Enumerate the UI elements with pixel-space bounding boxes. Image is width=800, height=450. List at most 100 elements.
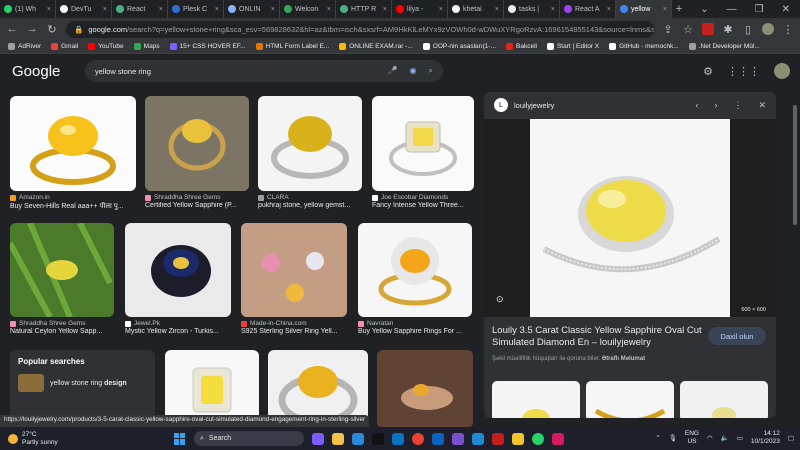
browser-tab[interactable]: yellow × (616, 0, 672, 18)
browser-tab[interactable]: lilya - × (392, 0, 448, 18)
close-tab-icon[interactable]: × (47, 6, 51, 13)
clock[interactable]: 14:12 10/1/2023 (751, 430, 780, 446)
vscode-icon[interactable] (472, 432, 484, 445)
result-thumbnail[interactable] (358, 223, 472, 317)
learn-more-link[interactable]: Ətraflı Məlumat (602, 356, 645, 362)
related-image[interactable] (680, 381, 768, 418)
menu-icon[interactable]: ⋮ (782, 23, 794, 36)
maximize-button[interactable]: ❐ (755, 4, 764, 15)
lens-icon[interactable]: ⊙ (496, 294, 504, 305)
forward-button[interactable]: → (26, 23, 38, 35)
chevron-left-icon[interactable]: ‹ (695, 100, 698, 111)
browser-tab[interactable]: Plesk C × (168, 0, 224, 18)
browser-tab[interactable]: React A × (560, 0, 616, 18)
close-tab-icon[interactable]: × (551, 6, 555, 13)
result-card[interactable] (377, 350, 473, 428)
app-icon[interactable] (552, 432, 564, 445)
weather-widget[interactable]: 27°C Partly sunny (0, 431, 58, 447)
bookmark-item[interactable]: OOP-nin asasları(1-... (422, 43, 496, 50)
result-title[interactable]: S925 Sterling Silver Ring Yell... (241, 328, 347, 335)
profile-avatar[interactable] (762, 23, 774, 35)
search-input[interactable]: yellow stone ring (95, 67, 151, 76)
result-thumbnail[interactable] (10, 96, 136, 191)
start-button[interactable] (174, 432, 186, 445)
search-icon[interactable]: ⌕ (429, 66, 433, 76)
microphone-icon[interactable]: 🎙 (669, 434, 677, 442)
visit-button[interactable]: Daxil olun (708, 327, 766, 345)
result-thumbnail[interactable] (372, 96, 474, 191)
bookmark-item[interactable]: Gmail (51, 43, 78, 50)
page-scrollbar[interactable] (792, 95, 798, 417)
apps-icon[interactable]: ⋮⋮⋮ (727, 65, 760, 78)
chevron-down-icon[interactable]: ⌄ (700, 4, 708, 15)
close-tab-icon[interactable]: × (439, 6, 443, 13)
edge-icon[interactable] (392, 432, 404, 445)
preview-image[interactable]: ⊙ 600 × 600 (484, 119, 776, 317)
result-title[interactable]: Fancy Intense Yellow Three... (372, 202, 474, 209)
bookmark-item[interactable]: HTML Form Label E... (255, 43, 329, 50)
google-logo[interactable]: Google (12, 63, 60, 80)
bookmark-item[interactable]: YouTube (88, 43, 124, 50)
python-icon[interactable] (512, 432, 524, 445)
result-card[interactable]: Amazon.in Buy Seven-Hills Real aaa++ पील… (10, 96, 136, 211)
bookmark-item[interactable]: GitHub - memochk... (609, 43, 679, 50)
browser-tab[interactable]: HTTP R × (336, 0, 392, 18)
search-box[interactable]: yellow stone ring 🎤 ◉ ⌕ (85, 60, 443, 82)
site-logo[interactable]: L (494, 98, 508, 112)
new-tab-button[interactable]: + (672, 3, 686, 15)
minimize-button[interactable]: — (727, 4, 737, 15)
browser-tab[interactable]: ONLIN × (224, 0, 280, 18)
account-avatar[interactable] (774, 63, 790, 79)
close-tab-icon[interactable]: × (159, 6, 163, 13)
browser-tab[interactable]: tasks | × (504, 0, 560, 18)
reload-button[interactable]: ↻ (46, 23, 58, 36)
language-indicator[interactable]: ENG US (685, 430, 699, 446)
more-options-icon[interactable]: ⋮ (733, 100, 742, 111)
bookmark-item[interactable]: Start | Editor X (546, 43, 599, 50)
related-image[interactable] (586, 381, 674, 418)
wifi-icon[interactable]: ◠ (707, 434, 713, 442)
browser-tab[interactable]: Welcon × (280, 0, 336, 18)
result-title[interactable]: Natural Ceylon Yellow Sapp... (10, 328, 114, 335)
result-card[interactable]: Shraddha Shree Gems Natural Ceylon Yello… (10, 223, 114, 335)
result-thumbnail[interactable] (258, 96, 362, 191)
close-tab-icon[interactable]: × (495, 6, 499, 13)
close-tab-icon[interactable]: × (103, 6, 107, 13)
chevron-up-icon[interactable]: ⌃ (655, 434, 660, 442)
taskbar-search[interactable]: ⌕ Search (194, 431, 304, 446)
notification-icon[interactable]: ▢ (788, 434, 794, 442)
close-tab-icon[interactable]: × (607, 6, 611, 13)
result-thumbnail[interactable] (145, 96, 249, 191)
close-tab-icon[interactable]: × (215, 6, 219, 13)
result-card[interactable]: Jewel.Pk Mystic Yellow Zircon - Turkis..… (125, 223, 231, 335)
close-window-button[interactable]: ✕ (782, 4, 790, 15)
browser-tab[interactable]: React × (112, 0, 168, 18)
notion-icon[interactable] (372, 432, 384, 445)
browser-tab[interactable]: khetai × (448, 0, 504, 18)
star-icon[interactable]: ☆ (682, 23, 694, 36)
result-thumbnail[interactable] (377, 350, 473, 428)
result-card[interactable]: Shraddha Shree Gems Certified Yellow Sap… (145, 96, 249, 209)
visual-studio-icon[interactable] (452, 432, 464, 445)
result-card[interactable]: Made-in-China.com S925 Sterling Silver R… (241, 223, 347, 335)
result-title[interactable]: pukhraj stone, yellow gemst... (258, 202, 362, 209)
close-tab-icon[interactable]: × (271, 6, 275, 13)
gear-icon[interactable]: ⚙ (703, 65, 713, 78)
result-card[interactable]: Navratan Buy Yellow Sapphire Rings For .… (358, 223, 472, 335)
result-card[interactable]: CLARA pukhraj stone, yellow gemst... (258, 96, 362, 209)
mic-icon[interactable]: 🎤 (388, 66, 398, 76)
related-image[interactable] (492, 381, 580, 418)
puzzle-icon[interactable]: ✱ (722, 23, 734, 36)
result-thumbnail[interactable] (241, 223, 347, 317)
bookmark-item[interactable]: Bakcell (506, 43, 537, 50)
bookmark-item[interactable]: .Net Developer Mül... (688, 43, 760, 50)
popular-search-item[interactable]: yellow stone ring design (18, 374, 147, 392)
close-tab-icon[interactable]: × (327, 6, 331, 13)
filezilla-icon[interactable] (492, 432, 504, 445)
site-name[interactable]: louilyjewelry (514, 101, 554, 110)
result-card[interactable]: Joe Escobar Diamonds Fancy Intense Yello… (372, 96, 474, 209)
file-explorer-icon[interactable] (332, 432, 344, 445)
lens-icon[interactable]: ◉ (410, 66, 417, 76)
bookmark-item[interactable]: ONLINE EXAM.rar -... (339, 43, 413, 50)
outlook-icon[interactable] (432, 432, 444, 445)
